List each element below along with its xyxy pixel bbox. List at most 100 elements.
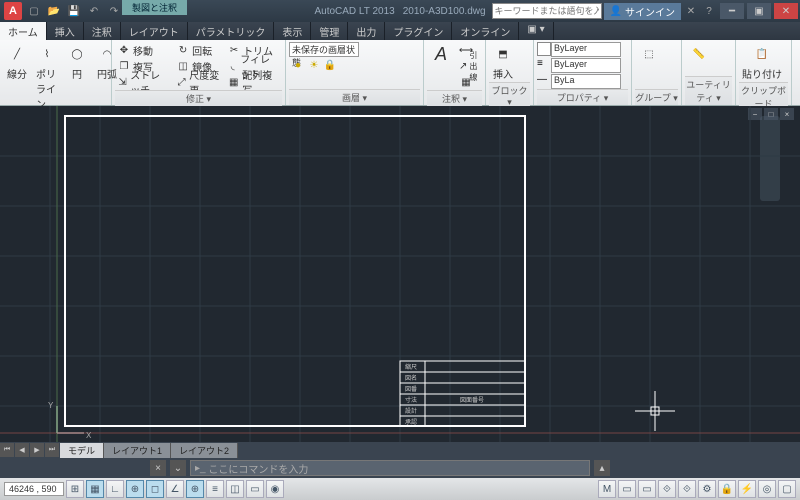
cmd-options-button[interactable]: ⌄ — [170, 460, 186, 476]
paste-button[interactable]: 📋貼り付け — [739, 42, 785, 82]
qp-toggle[interactable]: ▭ — [246, 480, 264, 498]
scale-icon: ⤢ — [176, 75, 187, 89]
minimize-button[interactable]: ━ — [720, 3, 744, 19]
tab-output[interactable]: 出力 — [348, 22, 385, 40]
ortho-toggle[interactable]: ∟ — [106, 480, 124, 498]
otrack-toggle[interactable]: ∠ — [166, 480, 184, 498]
tab-home[interactable]: ホーム — [0, 22, 47, 40]
panel-layer-title[interactable]: 画層 ▾ — [289, 89, 420, 105]
quickview-drawings[interactable]: ▭ — [638, 480, 656, 498]
cmd-close-button[interactable]: × — [150, 460, 166, 476]
leader-button[interactable]: ↗引出線 — [457, 58, 485, 74]
transparency-toggle[interactable]: ◫ — [226, 480, 244, 498]
isolate-button[interactable]: ◎ — [758, 480, 776, 498]
measure-button[interactable]: 📏 — [685, 42, 713, 66]
exchange-icon[interactable]: ✕ — [683, 3, 699, 19]
tab-first-button[interactable]: ⏮ — [0, 443, 14, 457]
panel-modify-title[interactable]: 修正 ▾ — [115, 90, 282, 106]
rotate-button[interactable]: ↻回転 — [174, 42, 223, 58]
layer-props[interactable]: ●☀🔒 — [289, 57, 359, 73]
scale-button[interactable]: ⤢尺度変更 — [174, 74, 223, 90]
dyn-toggle[interactable]: ⊕ — [186, 480, 204, 498]
tab-view[interactable]: 表示 — [274, 22, 311, 40]
tab-insert[interactable]: 挿入 — [47, 22, 84, 40]
insert-button[interactable]: ⬒挿入 — [489, 42, 517, 82]
annovis-button[interactable]: ⟐ — [678, 480, 696, 498]
stretch-icon: ⇲ — [117, 75, 128, 89]
copy-icon: ❐ — [117, 59, 131, 73]
app-menu-icon[interactable]: A — [4, 2, 22, 20]
table-button[interactable]: ▦ — [457, 74, 485, 90]
layout-tab-1[interactable]: レイアウト1 — [104, 443, 171, 458]
polar-toggle[interactable]: ⊕ — [126, 480, 144, 498]
line-button[interactable]: ╱線分 — [3, 42, 31, 82]
clean-screen-button[interactable]: ▢ — [778, 480, 796, 498]
drawing-area[interactable]: − □ × 縮尺 図名 図番 寸法 設計 承認 図面番号 YX — [0, 106, 800, 458]
title-bar: 製図と注釈 A ▢ 📂 💾 ↶ ↷ ⎙ ▾ AutoCAD LT 2013 20… — [0, 0, 800, 22]
grid-toggle[interactable]: ▦ — [86, 480, 104, 498]
paste-icon: 📋 — [751, 43, 773, 65]
circle-button[interactable]: ◯円 — [63, 42, 91, 82]
svg-text:図名: 図名 — [405, 374, 417, 382]
tab-online[interactable]: オンライン — [452, 22, 519, 40]
snap-toggle[interactable]: ⊞ — [66, 480, 84, 498]
trim-icon: ✂ — [227, 43, 241, 57]
annoscale-button[interactable]: ⟐ — [658, 480, 676, 498]
save-icon[interactable]: 💾 — [66, 3, 82, 19]
tab-annotate[interactable]: 注釈 — [84, 22, 121, 40]
array-button[interactable]: ▦配列複写 — [225, 74, 282, 90]
tab-prev-button[interactable]: ◀ — [15, 443, 29, 457]
maximize-button[interactable]: ▣ — [747, 3, 771, 19]
linetype-icon: ― — [537, 74, 551, 89]
tab-plugins[interactable]: プラグイン — [385, 22, 452, 40]
help-icon[interactable]: ? — [701, 3, 717, 19]
color-dropdown[interactable]: ByLayer — [551, 42, 621, 57]
tab-manage[interactable]: 管理 — [311, 22, 348, 40]
layer-state-dropdown[interactable]: 未保存の画層状態 — [289, 42, 359, 57]
quickview-layouts[interactable]: ▭ — [618, 480, 636, 498]
text-button[interactable]: A — [427, 42, 455, 66]
tab-parametric[interactable]: パラメトリック — [188, 22, 275, 40]
panel-group-title[interactable]: グループ ▾ — [635, 89, 678, 105]
polyline-button[interactable]: ⌇ポリライン — [33, 42, 61, 112]
user-icon: 👤 — [610, 6, 622, 17]
lwt-toggle[interactable]: ≡ — [206, 480, 224, 498]
close-button[interactable]: ✕ — [774, 3, 798, 19]
panel-block-title[interactable]: ブロック ▾ — [489, 82, 530, 109]
group-icon: ⬚ — [638, 43, 660, 65]
lineweight-dropdown[interactable]: ByLayer — [551, 58, 621, 73]
open-icon[interactable]: 📂 — [46, 3, 62, 19]
stretch-button[interactable]: ⇲ストレッチ — [115, 74, 172, 90]
layout-tab-2[interactable]: レイアウト2 — [171, 443, 238, 458]
signin-button[interactable]: 👤サインイン — [604, 3, 681, 20]
move-button[interactable]: ✥移動 — [115, 42, 172, 58]
group-button[interactable]: ⬚ — [635, 42, 663, 66]
tab-expand[interactable]: ▣ ▾ — [519, 22, 553, 40]
color-icon — [537, 42, 551, 56]
tab-next-button[interactable]: ▶ — [30, 443, 44, 457]
context-tab-drafting[interactable]: 製図と注釈 — [122, 0, 187, 15]
command-input[interactable]: ▸_ ここにコマンドを入力 — [190, 460, 590, 476]
hardware-accel[interactable]: ⚡ — [738, 480, 756, 498]
toolbar-lock[interactable]: 🔒 — [718, 480, 736, 498]
search-input[interactable] — [492, 3, 602, 19]
linetype-dropdown[interactable]: ByLa — [551, 74, 621, 89]
lock-icon: 🔒 — [323, 58, 337, 72]
model-button[interactable]: M — [598, 480, 616, 498]
panel-prop-title[interactable]: プロパティ ▾ — [537, 89, 628, 105]
tab-layout[interactable]: レイアウト — [121, 22, 188, 40]
tab-last-button[interactable]: ⏭ — [45, 443, 59, 457]
coordinates-display[interactable]: 46246 , 590 — [4, 482, 64, 496]
svg-text:図番: 図番 — [405, 386, 417, 393]
cmd-history-button[interactable]: ▴ — [594, 460, 610, 476]
redo-icon[interactable]: ↷ — [106, 3, 122, 19]
sc-toggle[interactable]: ◉ — [266, 480, 284, 498]
panel-util-title[interactable]: ユーティリティ ▾ — [685, 76, 732, 105]
osnap-toggle[interactable]: ◻ — [146, 480, 164, 498]
undo-icon[interactable]: ↶ — [86, 3, 102, 19]
layout-tab-model[interactable]: モデル — [60, 443, 104, 458]
workspace-button[interactable]: ⚙ — [698, 480, 716, 498]
panel-annot-title[interactable]: 注釈 ▾ — [427, 90, 482, 106]
array-icon: ▦ — [227, 75, 240, 89]
new-icon[interactable]: ▢ — [26, 3, 42, 19]
